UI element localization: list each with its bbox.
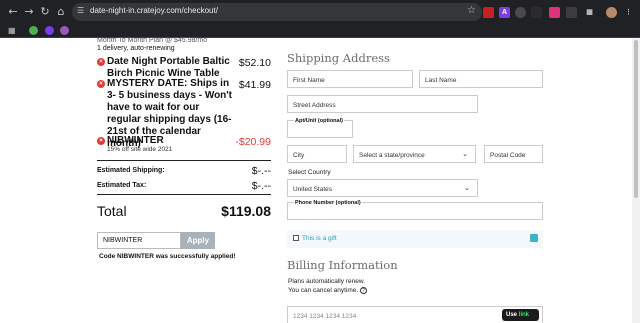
bookmark-violet-icon[interactable] (60, 26, 69, 35)
bookmark-purple-icon[interactable] (45, 26, 54, 35)
shipping-heading: Shipping Address (287, 51, 390, 65)
estimated-tax-value: $-.-- (251, 180, 271, 192)
phone-label: Phone Number (optional) (294, 200, 362, 206)
remove-discount-icon[interactable]: × (97, 137, 105, 145)
apt-unit-field[interactable]: Apt/Unit (optional) (287, 118, 353, 138)
state-select[interactable]: Select a state/province ⌄ (353, 145, 476, 163)
divider (97, 194, 271, 195)
scrollbar-thumb[interactable] (634, 40, 638, 198)
card-placeholder: 1234 1234 1234 1234 (293, 313, 357, 320)
estimated-shipping-value: $-.-- (251, 165, 271, 177)
item-title: Date Night Portable Baltic Birch Picnic … (107, 56, 230, 79)
coupon-success-message: Code NIBWINTER was successfully applied! (99, 253, 236, 260)
postal-code-field[interactable]: Postal Code (484, 145, 543, 163)
extension-dark-icon[interactable] (531, 7, 542, 18)
discount-description: 15% off site wide 2021 (107, 146, 173, 153)
url-text: date-night-in.cratejoy.com/checkout/ (90, 6, 218, 15)
apt-unit-label: Apt/Unit (optional) (294, 118, 344, 124)
gift-icon (530, 234, 538, 242)
select-country-label: Select Country (288, 169, 331, 176)
info-icon[interactable]: ? (360, 287, 368, 294)
apply-button[interactable]: Apply (181, 232, 215, 249)
last-name-field[interactable]: Last Name (419, 70, 543, 88)
city-field[interactable]: City (287, 145, 347, 163)
menu-kebab-icon[interactable]: ⋮ (623, 7, 634, 18)
street-address-field[interactable]: Street Address (287, 95, 478, 113)
total-value: $119.08 (221, 203, 271, 219)
side-panel-icon[interactable]: ▦ (584, 7, 595, 18)
extension-pink-icon[interactable] (549, 7, 560, 18)
country-value: United States (293, 186, 333, 193)
site-info-icon[interactable]: ☰ (77, 6, 84, 15)
state-value: Select a state/province (359, 152, 425, 159)
coupon-input[interactable]: NIBWINTER (97, 232, 181, 249)
bookmark-green-icon[interactable] (29, 26, 38, 35)
gift-label: This is a gift (302, 235, 337, 242)
chevron-down-icon: ⌄ (462, 150, 468, 158)
country-select[interactable]: United States ⌄ (287, 179, 478, 197)
first-name-placeholder: First Name (293, 77, 325, 84)
bookmark-star-icon[interactable]: ☆ (467, 5, 476, 16)
divider (97, 160, 271, 161)
estimated-tax-label: Estimated Tax: (97, 182, 147, 189)
extension-red-icon[interactable] (483, 7, 494, 18)
forward-icon[interactable]: → (22, 5, 36, 19)
home-icon[interactable]: ⌂ (54, 5, 68, 19)
extension-chrome-icon[interactable] (515, 7, 526, 18)
address-bar[interactable]: ☰ date-night-in.cratejoy.com/checkout/ ☆ (72, 3, 482, 21)
billing-heading: Billing Information (287, 258, 398, 272)
last-name-placeholder: Last Name (425, 77, 457, 84)
item-price: $41.99 (238, 79, 271, 91)
extensions-puzzle-icon[interactable] (566, 7, 577, 18)
gift-checkbox[interactable] (293, 235, 299, 241)
profile-avatar[interactable] (606, 7, 617, 18)
total-label: Total (97, 203, 127, 219)
reload-icon[interactable]: ↻ (38, 5, 52, 19)
cancel-text: You can cancel anytime. ? (288, 287, 368, 294)
street-placeholder: Street Address (293, 102, 336, 109)
apps-grid-icon[interactable]: ▦ (8, 26, 17, 35)
postal-placeholder: Postal Code (490, 152, 526, 159)
phone-field[interactable]: Phone Number (optional) (287, 200, 543, 220)
city-placeholder: City (293, 152, 305, 159)
bookmarks-bar (0, 24, 640, 38)
extension-purple-a-icon[interactable]: A (499, 7, 510, 18)
plan-text-cut: Month To Month Plan @ $45.98/mo (97, 37, 208, 43)
delivery-text: 1 delivery, auto-renewing (97, 45, 175, 52)
item-price: $52.10 (238, 57, 271, 69)
link-button[interactable]: Use link (502, 309, 539, 321)
estimated-shipping-label: Estimated Shipping: (97, 167, 165, 174)
link-brand: link (518, 312, 530, 318)
first-name-field[interactable]: First Name (287, 70, 413, 88)
discount-amount: -$20.99 (235, 136, 271, 148)
chevron-down-icon: ⌄ (464, 184, 470, 192)
cancel-text-content: You can cancel anytime. (288, 287, 359, 294)
remove-item-icon[interactable]: × (97, 80, 105, 88)
link-prefix: Use (506, 312, 518, 318)
back-icon[interactable]: ← (6, 5, 20, 19)
remove-item-icon[interactable]: × (97, 58, 105, 66)
renew-text: Plans automatically renew. (288, 278, 365, 285)
